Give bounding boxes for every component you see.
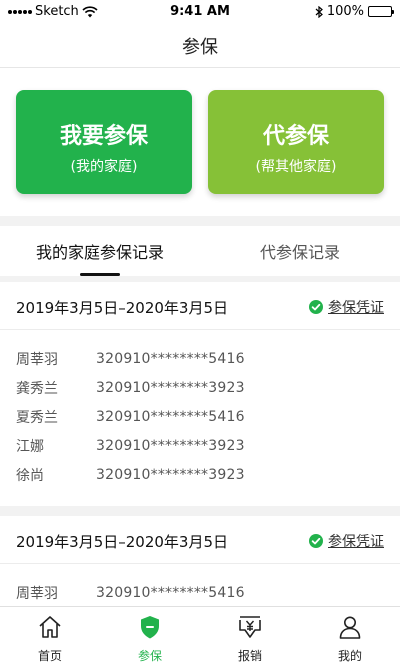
bluetooth-icon: [315, 5, 323, 18]
member-id: 320910********3923: [96, 379, 245, 396]
tabbar-reimburse[interactable]: 报销: [200, 607, 300, 666]
tabbar-home-label: 首页: [37, 649, 62, 663]
member-row: 周莘羽 320910********5416: [0, 578, 400, 606]
enroll-proxy-button[interactable]: 代参保 (帮其他家庭): [208, 90, 384, 194]
person-icon: [339, 616, 361, 639]
tab-my-family-records[interactable]: 我的家庭参保记录: [0, 226, 200, 276]
certificate-label: 参保凭证: [328, 300, 384, 316]
member-list: 周莘羽 320910********5416: [0, 564, 400, 606]
status-bar: Sketch 9:41 AM 100%: [0, 0, 400, 24]
bottom-tab-bar: 首页 参保 报销 我的: [0, 606, 400, 666]
member-name: 徐尚: [16, 467, 44, 484]
enroll-self-button[interactable]: 我要参保 (我的家庭): [16, 90, 192, 194]
member-name: 周莘羽: [16, 585, 58, 602]
member-name: 夏秀兰: [16, 409, 58, 426]
reimburse-icon: [239, 616, 261, 638]
section-divider: [0, 506, 400, 516]
member-name: 江娜: [16, 438, 44, 455]
enroll-self-subtitle: (我的家庭): [70, 159, 138, 175]
certificate-link[interactable]: 参保凭证: [309, 531, 384, 551]
battery-icon: [368, 6, 394, 17]
member-row: 龚秀兰 320910********3923: [0, 373, 400, 402]
tabbar-reimburse-label: 报销: [237, 649, 262, 663]
member-list: 周莘羽 320910********5416 龚秀兰 320910*******…: [0, 330, 400, 489]
shield-icon: [141, 616, 159, 639]
insurance-record: 2019年3月5日–2020年3月5日 参保凭证 周莘羽 320910*****…: [0, 516, 400, 606]
record-period: 2019年3月5日–2020年3月5日: [16, 533, 229, 551]
enroll-proxy-subtitle: (帮其他家庭): [255, 159, 337, 175]
enroll-self-title: 我要参保: [59, 124, 148, 149]
member-id: 320910********5416: [96, 350, 245, 367]
member-row: 周莘羽 320910********5416: [0, 344, 400, 373]
member-row: 徐尚 320910********3923: [0, 460, 400, 489]
status-right: 100%: [315, 4, 394, 19]
check-circle-icon: [309, 534, 323, 548]
section-divider: [0, 216, 400, 226]
member-row: 江娜 320910********3923: [0, 431, 400, 460]
certificate-label: 参保凭证: [328, 534, 384, 550]
record-tabs: 我的家庭参保记录 代参保记录: [0, 226, 400, 276]
certificate-link[interactable]: 参保凭证: [309, 297, 384, 317]
tabbar-profile-label: 我的: [337, 649, 362, 663]
member-name: 周莘羽: [16, 351, 58, 368]
action-cards: 我要参保 (我的家庭) 代参保 (帮其他家庭): [0, 68, 400, 216]
page-title: 参保: [182, 36, 218, 58]
check-circle-icon: [309, 300, 323, 314]
member-id: 320910********3923: [96, 437, 245, 454]
member-name: 龚秀兰: [16, 380, 58, 397]
enroll-proxy-title: 代参保: [262, 124, 329, 149]
tabbar-enroll-label: 参保: [137, 649, 162, 663]
tabbar-enroll[interactable]: 参保: [100, 607, 200, 666]
tabbar-home[interactable]: 首页: [0, 607, 100, 666]
record-header: 2019年3月5日–2020年3月5日 参保凭证: [0, 282, 400, 330]
nav-bar: 参保: [0, 24, 400, 68]
member-id: 320910********3923: [96, 466, 245, 483]
tab-proxy-records[interactable]: 代参保记录: [200, 226, 400, 276]
record-header: 2019年3月5日–2020年3月5日 参保凭证: [0, 516, 400, 564]
insurance-record: 2019年3月5日–2020年3月5日 参保凭证 周莘羽 320910*****…: [0, 282, 400, 506]
member-id: 320910********5416: [96, 584, 245, 601]
tabbar-profile[interactable]: 我的: [300, 607, 400, 666]
battery-percent: 100%: [326, 4, 364, 19]
member-row: 夏秀兰 320910********5416: [0, 402, 400, 431]
home-icon: [39, 616, 61, 638]
record-period: 2019年3月5日–2020年3月5日: [16, 299, 229, 317]
member-id: 320910********5416: [96, 408, 245, 425]
